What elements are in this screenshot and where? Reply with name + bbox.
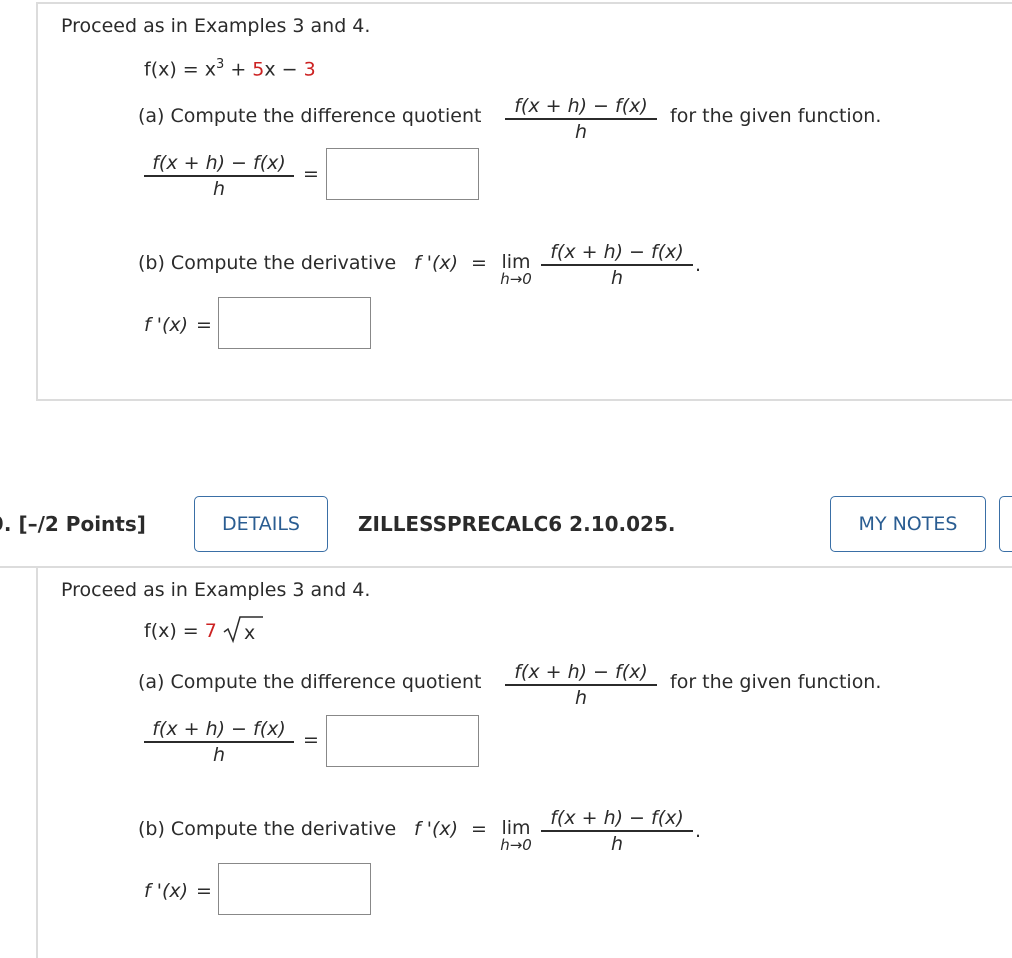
answer-b-input[interactable]: [218, 297, 371, 349]
function-definition: f(x) = x3 + 5x − 3: [144, 57, 316, 81]
equals-sign: =: [303, 163, 319, 185]
answer-a-input[interactable]: [326, 148, 479, 200]
part-b-prompt: (b) Compute the derivative: [138, 252, 397, 274]
limit-operator: lim h→0: [500, 251, 532, 288]
points-label: 9. [–/2 Points]: [0, 512, 146, 536]
partial-button-edge[interactable]: [999, 496, 1012, 552]
difference-quotient: f(x + h) − f(x) h: [505, 661, 657, 709]
equals-sign: =: [471, 818, 487, 840]
answer-a-input[interactable]: [326, 715, 479, 767]
part-a-prompt: (a) Compute the difference quotient: [138, 105, 482, 127]
part-a-suffix: for the given function.: [670, 105, 882, 127]
radicand: x: [244, 622, 256, 644]
limit-quotient: f(x + h) − f(x) h: [541, 807, 693, 855]
difference-quotient: f(x + h) − f(x) h: [505, 95, 657, 143]
period: .: [695, 254, 702, 276]
part-b-prompt: (b) Compute the derivative: [138, 818, 397, 840]
answer-b-input[interactable]: [218, 863, 371, 915]
answer-a-label: f(x + h) − f(x) h: [144, 152, 294, 200]
equals-sign: =: [303, 729, 319, 751]
limit-quotient: f(x + h) − f(x) h: [541, 241, 693, 289]
limit-operator: lim h→0: [500, 817, 532, 854]
equals-sign: =: [196, 314, 212, 336]
answer-a-label: f(x + h) − f(x) h: [144, 718, 294, 766]
period: .: [695, 820, 702, 842]
equals-sign: =: [471, 252, 487, 274]
square-root-symbol: [223, 616, 263, 644]
equals-sign: =: [196, 880, 212, 902]
part-a-suffix: for the given function.: [670, 671, 882, 693]
derivative-symbol: f '(x): [414, 252, 459, 274]
answer-b-label: f '(x): [144, 880, 189, 902]
instruction-text: Proceed as in Examples 3 and 4.: [61, 15, 371, 37]
answer-b-label: f '(x): [144, 314, 189, 336]
part-a-prompt: (a) Compute the difference quotient: [138, 671, 482, 693]
problem-code: ZILLESSPRECALC6 2.10.025.: [358, 512, 676, 536]
instruction-text: Proceed as in Examples 3 and 4.: [61, 579, 371, 601]
derivative-symbol: f '(x): [414, 818, 459, 840]
function-definition: f(x) = 7: [144, 620, 217, 642]
details-button[interactable]: DETAILS: [194, 496, 328, 552]
problem-card-2: [36, 568, 38, 958]
my-notes-button[interactable]: MY NOTES: [830, 496, 986, 552]
